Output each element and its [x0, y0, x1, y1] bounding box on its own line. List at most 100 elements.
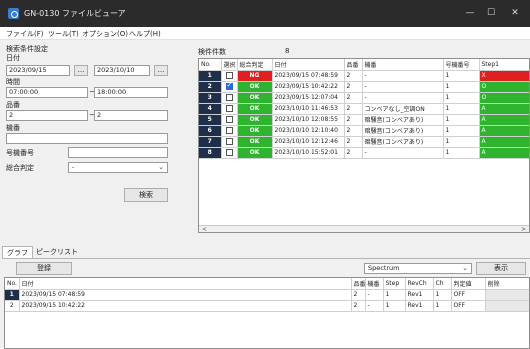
table-row[interactable]: 7 OK 2023/10/10 12:12:46 2 暗騒音(コンベアあり) 1 A	[199, 136, 529, 148]
model-no-label: 号機番号	[6, 149, 34, 157]
col-no[interactable]: No.	[199, 59, 222, 71]
spectrum-select-value: Spectrum	[368, 264, 400, 272]
row-select-checkbox[interactable]	[225, 149, 233, 156]
register-button[interactable]: 登録	[16, 262, 72, 275]
window-title: GN-0130 ファイルビューア	[24, 9, 126, 18]
display-button[interactable]: 表示	[476, 262, 526, 275]
graph-col-delete[interactable]: 削除	[485, 278, 529, 290]
scroll-right-arrow[interactable]: >	[521, 226, 526, 232]
date-to-picker-button[interactable]: ...	[154, 65, 168, 76]
row-model: 暗騒音(コンベアあり)	[362, 114, 444, 126]
menu-file[interactable]: ファイル(F)	[6, 29, 44, 39]
row-select-cell[interactable]	[221, 81, 238, 93]
row-select-cell[interactable]	[221, 103, 238, 115]
table-row[interactable]: 4 OK 2023/10/10 11:46:53 2 コンベアなし_空調ON 1 A	[199, 103, 529, 115]
results-horizontal-scrollbar[interactable]: < >	[199, 225, 529, 232]
col-step1[interactable]: Step1	[479, 59, 529, 71]
row-date: 2023/10/10 15:52:01	[272, 147, 345, 159]
model-no-field[interactable]	[68, 147, 168, 158]
graph-row-judge: OFF	[451, 300, 486, 312]
spectrum-select[interactable]: Spectrum ⌄	[364, 263, 472, 274]
row-product: 2	[344, 103, 363, 115]
row-select-cell[interactable]	[221, 147, 238, 159]
table-row[interactable]: 6 OK 2023/10/10 12:10:40 2 暗騒音(コンベアあり) 1 A	[199, 125, 529, 137]
scroll-left-arrow[interactable]: <	[202, 226, 207, 232]
graph-col-no[interactable]: No.	[5, 278, 20, 290]
tab-peak-list[interactable]: ピークリスト	[32, 246, 82, 258]
row-unit: 1	[443, 136, 480, 148]
row-select-checkbox[interactable]	[225, 138, 233, 145]
graph-list-table: No. 日付 品番 機番 Step RevCh Ch 判定値 削除 1 2023/…	[5, 278, 529, 312]
close-button[interactable]: ✕	[506, 5, 524, 21]
row-number: 2	[199, 81, 222, 93]
row-unit: 1	[443, 70, 480, 82]
col-date[interactable]: 日付	[272, 59, 345, 71]
search-button[interactable]: 検索	[124, 188, 168, 202]
row-select-cell[interactable]	[221, 114, 238, 126]
col-unit[interactable]: 号機番号	[443, 59, 480, 71]
model-label: 機番	[6, 124, 20, 132]
graph-panel: 登録 Spectrum ⌄ 表示 No. 日付 品番 機番 Step RevCh…	[2, 258, 530, 349]
graph-col-judge[interactable]: 判定値	[451, 278, 486, 290]
date-to-field[interactable]: 2023/10/10	[94, 65, 150, 76]
time-to-field[interactable]: 18:00:00	[94, 87, 168, 98]
row-unit: 1	[443, 103, 480, 115]
graph-col-model[interactable]: 機番	[365, 278, 384, 290]
row-select-cell[interactable]	[221, 125, 238, 137]
date-from-picker-button[interactable]: ...	[74, 65, 88, 76]
minimize-button[interactable]: —	[461, 5, 479, 21]
table-row[interactable]: 8 OK 2023/10/10 15:52:01 2-1 A	[199, 147, 529, 159]
table-row[interactable]: 2OK2023/09/15 10:42:222-1O	[199, 81, 529, 93]
row-select-checkbox[interactable]	[225, 127, 233, 134]
row-step1: A	[479, 114, 529, 126]
graph-row-delete-button[interactable]	[485, 300, 529, 312]
table-row[interactable]: 1 NG 2023/09/15 07:48:59 2-1 X	[199, 70, 529, 82]
product-to-field[interactable]: 2	[94, 110, 168, 121]
app-icon	[8, 8, 19, 19]
graph-list-row[interactable]: 1 2023/09/15 07:48:59 2-1 Rev1 1 OFF	[5, 289, 529, 301]
menu-help[interactable]: ヘルプ(H)	[129, 29, 161, 39]
row-select-checkbox[interactable]	[225, 116, 233, 123]
product-from-field[interactable]: 2	[6, 110, 88, 121]
graph-col-revch[interactable]: RevCh	[405, 278, 434, 290]
maximize-button[interactable]: ☐	[482, 5, 500, 21]
menu-tools[interactable]: ツール(T)	[48, 29, 79, 39]
row-select-cell[interactable]	[221, 92, 238, 104]
row-model: -	[362, 81, 444, 93]
row-judge: OK	[237, 136, 273, 148]
graph-col-ch[interactable]: Ch	[433, 278, 452, 290]
graph-row-step: 1	[383, 289, 406, 301]
row-select-cell[interactable]	[221, 70, 238, 82]
graph-row-judge: OFF	[451, 289, 486, 301]
graph-row-model: -	[365, 300, 384, 312]
table-row[interactable]: 3 OK 2023/09/15 12:07:04 2-1 O	[199, 92, 529, 104]
row-select-checkbox[interactable]	[225, 72, 233, 79]
row-select-checkbox[interactable]	[225, 105, 233, 112]
model-field[interactable]	[6, 133, 168, 144]
graph-col-product[interactable]: 品番	[351, 278, 366, 290]
row-judge: NG	[237, 70, 273, 82]
graph-row-delete-button[interactable]	[485, 289, 529, 301]
row-select-checkbox[interactable]	[225, 94, 233, 101]
row-select-checkbox[interactable]	[225, 81, 233, 90]
graph-col-step[interactable]: Step	[383, 278, 406, 290]
col-model[interactable]: 機番	[362, 59, 444, 71]
date-from-field[interactable]: 2023/09/15	[6, 65, 70, 76]
graph-list-row[interactable]: 2 2023/09/15 10:42:22 2-1 Rev1 1 OFF	[5, 300, 529, 312]
table-row[interactable]: 5 OK 2023/10/10 12:08:55 2 暗騒音(コンベアあり) 1 A	[199, 114, 529, 126]
row-unit: 1	[443, 147, 480, 159]
time-from-field[interactable]: 07:00:00	[6, 87, 88, 98]
col-overall[interactable]: 総合判定	[237, 59, 273, 71]
graph-row-model: -	[365, 289, 384, 301]
tab-graph[interactable]: グラフ	[2, 246, 33, 258]
row-model: 暗騒音(コンベアあり)	[362, 125, 444, 137]
row-judge: OK	[237, 103, 273, 115]
graph-col-date[interactable]: 日付	[19, 278, 352, 290]
row-date: 2023/10/10 12:12:46	[272, 136, 345, 148]
row-select-cell[interactable]	[221, 136, 238, 148]
overall-judgement-select[interactable]: - ⌄	[68, 162, 168, 173]
menu-options[interactable]: オプション(O)	[82, 29, 128, 39]
row-unit: 1	[443, 92, 480, 104]
col-product[interactable]: 品番	[344, 59, 363, 71]
col-select[interactable]: 選択	[221, 59, 238, 71]
